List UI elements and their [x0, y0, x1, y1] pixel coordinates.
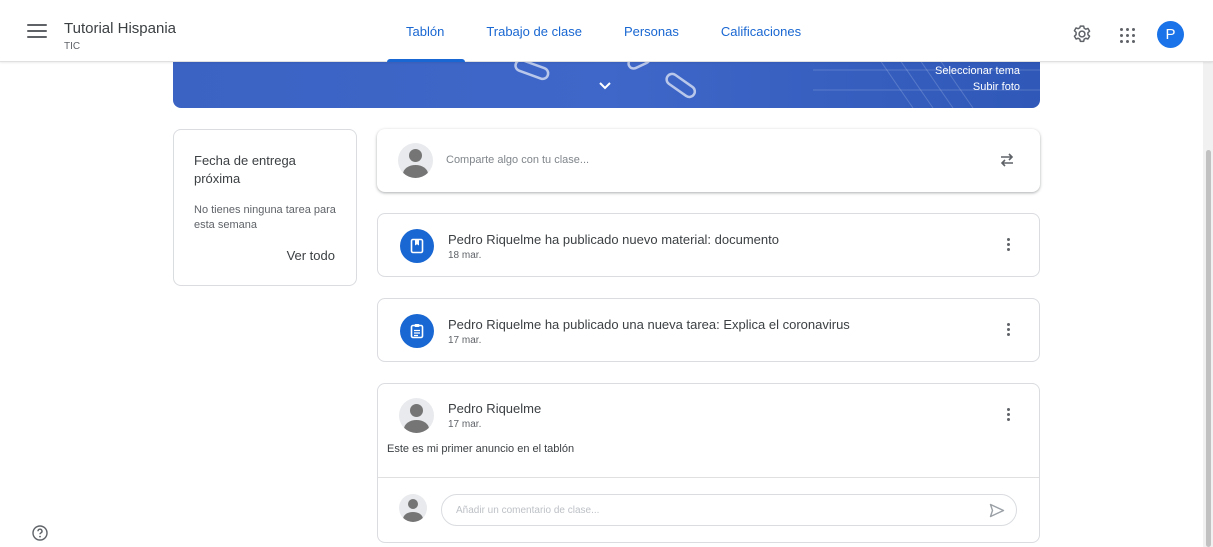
- help-icon[interactable]: [32, 525, 48, 541]
- send-icon[interactable]: [989, 503, 1005, 518]
- author-avatar: [399, 398, 434, 433]
- announcement-text: Este es mi primer anuncio en el tablón: [387, 443, 575, 455]
- chevron-down-icon[interactable]: [598, 81, 612, 91]
- stream-item-assignment[interactable]: Pedro Riquelme ha publicado una nueva ta…: [377, 298, 1040, 362]
- share-placeholder[interactable]: Comparte algo con tu clase...: [446, 154, 589, 166]
- class-title[interactable]: Tutorial Hispania: [64, 20, 176, 37]
- class-comment-input[interactable]: Añadir un comentario de clase...: [441, 494, 1017, 526]
- upcoming-message: No tienes ninguna tarea para esta semana: [194, 204, 336, 231]
- tab-stream[interactable]: Tablón: [387, 0, 466, 62]
- upload-photo-link[interactable]: Subir foto: [973, 81, 1020, 93]
- more-options-icon[interactable]: [1001, 406, 1015, 426]
- announcement-date: 17 mar.: [448, 419, 482, 430]
- announcement-author: Pedro Riquelme: [448, 401, 542, 416]
- view-all-link[interactable]: Ver todo: [287, 248, 335, 263]
- assignment-icon: [400, 314, 434, 348]
- stream-item-date: 18 mar.: [448, 250, 482, 261]
- tab-classwork[interactable]: Trabajo de clase: [465, 0, 603, 62]
- user-avatar: [398, 143, 433, 178]
- divider: [378, 477, 1039, 478]
- more-options-icon[interactable]: [1001, 321, 1015, 341]
- comment-placeholder: Añadir un comentario de clase...: [456, 505, 600, 516]
- commenter-avatar: [399, 494, 427, 522]
- upcoming-card: Fecha de entrega próxima No tienes ningu…: [173, 129, 357, 286]
- select-theme-link[interactable]: Seleccionar tema: [935, 65, 1020, 77]
- announcement-card: Pedro Riquelme 17 mar. Este es mi primer…: [377, 383, 1040, 543]
- class-tabs: Tablón Trabajo de clase Personas Calific…: [387, 0, 822, 62]
- stream-item-date: 17 mar.: [448, 335, 482, 346]
- stream-item-material[interactable]: Pedro Riquelme ha publicado nuevo materi…: [377, 213, 1040, 277]
- tab-people[interactable]: Personas: [603, 0, 700, 62]
- scrollbar-thumb[interactable]: [1206, 150, 1211, 547]
- share-box[interactable]: Comparte algo con tu clase...: [377, 129, 1040, 192]
- stream-item-title[interactable]: Pedro Riquelme ha publicado nuevo materi…: [448, 232, 779, 247]
- upcoming-title: Fecha de entrega próxima: [194, 153, 296, 186]
- menu-icon[interactable]: [27, 24, 47, 40]
- settings-icon[interactable]: [1072, 24, 1092, 44]
- apps-icon[interactable]: [1119, 27, 1137, 45]
- more-options-icon[interactable]: [1001, 236, 1015, 256]
- tab-grades[interactable]: Calificaciones: [700, 0, 822, 62]
- account-avatar[interactable]: P: [1157, 21, 1184, 48]
- repost-icon[interactable]: [998, 151, 1016, 169]
- class-section: TIC: [64, 41, 81, 52]
- material-icon: [400, 229, 434, 263]
- top-app-bar: Tutorial Hispania TIC Tablón Trabajo de …: [0, 0, 1213, 62]
- stream-item-title[interactable]: Pedro Riquelme ha publicado una nueva ta…: [448, 317, 850, 332]
